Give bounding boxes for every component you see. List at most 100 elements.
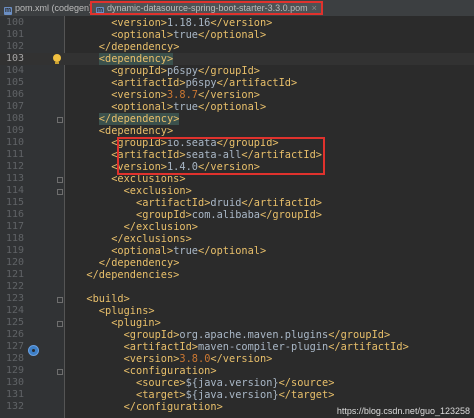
code-text: </dependency> xyxy=(98,113,180,125)
xml-tag: </optional> xyxy=(198,245,267,257)
fold-marker-icon[interactable] xyxy=(57,177,63,183)
xml-tag: <configuration> xyxy=(123,365,217,377)
maven-file-icon: m xyxy=(4,7,12,15)
xml-value: p6spy xyxy=(166,65,198,77)
tab-dynamic-datasource-pom[interactable]: m dynamic-datasource-spring-boot-starter-… xyxy=(90,1,323,15)
xml-value: true xyxy=(173,101,198,113)
code-text: <version>3.8.7</version> xyxy=(111,89,260,101)
code-line[interactable]: 117 </exclusion> xyxy=(0,221,474,233)
code-text: <plugins> xyxy=(99,305,155,317)
code-line[interactable]: 124 <plugins> xyxy=(0,305,474,317)
line-number: 118 xyxy=(5,233,24,244)
xml-value: p6spy xyxy=(185,77,217,89)
code-text: <artifactId>p6spy</artifactId> xyxy=(111,77,297,89)
xml-tag: <artifactId> xyxy=(123,341,198,353)
code-text: <groupId>com.alibaba</groupId> xyxy=(136,209,322,221)
xml-tag: </version> xyxy=(210,353,273,365)
line-number: 123 xyxy=(5,293,24,304)
line-number: 111 xyxy=(5,149,24,160)
line-number: 132 xyxy=(5,401,24,412)
code-text: <version>1.18.16</version> xyxy=(111,17,272,29)
code-text: </dependency> xyxy=(99,257,180,269)
code-line[interactable]: 123 <build> xyxy=(0,293,474,305)
code-line[interactable]: 120 </dependency> xyxy=(0,257,474,269)
xml-tag: </source> xyxy=(278,377,335,389)
code-line[interactable]: 109 <dependency> xyxy=(0,125,474,137)
line-number: 127 xyxy=(5,341,24,352)
code-line[interactable]: 116 <groupId>com.alibaba</groupId> xyxy=(0,209,474,221)
fold-marker-icon[interactable] xyxy=(57,297,63,303)
code-line[interactable]: 108 </dependency> xyxy=(0,113,474,125)
seata-dependency-highlight-box xyxy=(117,137,325,175)
code-line[interactable]: 130 <source>${java.version}</source> xyxy=(0,377,474,389)
xml-tag: </exclusion> xyxy=(123,221,198,233)
code-line[interactable]: 119 <optional>true</optional> xyxy=(0,245,474,257)
code-line[interactable]: 103 <dependency> xyxy=(0,53,474,65)
code-text: <artifactId>druid</artifactId> xyxy=(136,197,322,209)
fold-marker-icon[interactable] xyxy=(57,117,63,123)
xml-tag: <version> xyxy=(111,17,167,29)
code-line[interactable]: 122 xyxy=(0,281,474,293)
code-line[interactable]: 126 <groupId>org.apache.maven.plugins</gr… xyxy=(0,329,474,341)
code-line[interactable]: 106 <version>3.8.7</version> xyxy=(0,89,474,101)
code-line[interactable]: 128 <version>3.8.0</version> xyxy=(0,353,474,365)
line-number: 116 xyxy=(5,209,24,220)
xml-value: true xyxy=(173,29,198,41)
code-line[interactable]: 100 <version>1.18.16</version> xyxy=(0,17,474,29)
lightbulb-icon[interactable] xyxy=(53,54,61,64)
xml-tag: </artifactId> xyxy=(328,341,409,353)
line-number: 130 xyxy=(5,377,24,388)
line-number: 104 xyxy=(5,65,24,76)
code-line[interactable]: 105 <artifactId>p6spy</artifactId> xyxy=(0,77,474,89)
line-number: 109 xyxy=(5,125,24,136)
code-line[interactable]: 104 <groupId>p6spy</groupId> xyxy=(0,65,474,77)
close-tab-icon[interactable]: × xyxy=(312,3,317,13)
code-line[interactable]: 107 <optional>true</optional> xyxy=(0,101,474,113)
code-line[interactable]: 101 <optional>true</optional> xyxy=(0,29,474,41)
xml-tag: </version> xyxy=(197,89,260,101)
xml-tag: <optional> xyxy=(111,245,174,257)
code-text: </configuration> xyxy=(124,401,223,413)
line-number: 115 xyxy=(5,197,24,208)
line-number: 122 xyxy=(5,281,24,292)
code-line[interactable]: 118 </exclusions> xyxy=(0,233,474,245)
line-number: 121 xyxy=(5,269,24,280)
editor-tab-bar: m pom.xml (codegen) m dynamic-datasource-s… xyxy=(0,0,474,17)
code-line[interactable]: 127 <artifactId>maven-compiler-plugin</ar… xyxy=(0,341,474,353)
tab-label: pom.xml (codegen) xyxy=(15,3,93,13)
code-text: <optional>true</optional> xyxy=(111,101,266,113)
xml-tag: <dependency> xyxy=(98,125,174,137)
code-line[interactable]: 131 <target>${java.version}</target> xyxy=(0,389,474,401)
line-number: 101 xyxy=(5,29,24,40)
line-number: 128 xyxy=(5,353,24,364)
xml-value: maven-compiler-plugin xyxy=(198,341,329,353)
code-line[interactable]: 129 <configuration> xyxy=(0,365,474,377)
code-line[interactable]: 102 </dependency> xyxy=(0,41,474,53)
fold-marker-icon[interactable] xyxy=(57,369,63,375)
fold-marker-icon[interactable] xyxy=(57,189,63,195)
line-number: 120 xyxy=(5,257,24,268)
implemented-override-icon[interactable] xyxy=(28,345,39,356)
xml-tag: </dependency> xyxy=(98,257,180,269)
xml-tag: <groupId> xyxy=(123,329,180,341)
line-number: 124 xyxy=(5,305,24,316)
line-number: 117 xyxy=(5,221,24,232)
code-text: <configuration> xyxy=(124,365,217,377)
fold-marker-icon[interactable] xyxy=(57,321,63,327)
code-line[interactable]: 114 <exclusion> xyxy=(0,185,474,197)
xml-tag: <version> xyxy=(123,353,180,365)
code-line[interactable]: 125 <plugin> xyxy=(0,317,474,329)
xml-value: 3.8.0 xyxy=(179,353,211,365)
line-number: 125 xyxy=(5,317,24,328)
line-number: 131 xyxy=(5,389,24,400)
code-line[interactable]: 121 </dependencies> xyxy=(0,269,474,281)
code-text: <optional>true</optional> xyxy=(111,29,266,41)
line-number: 112 xyxy=(5,161,24,172)
xml-tag: <target> xyxy=(136,389,186,401)
tab-pom-codegen[interactable]: m pom.xml (codegen) xyxy=(2,1,92,15)
xml-tag: <plugins> xyxy=(98,305,155,317)
xml-tag: </configuration> xyxy=(123,401,223,413)
xml-tag: <groupId> xyxy=(111,65,167,77)
xml-value: ${java.version} xyxy=(185,377,279,389)
code-line[interactable]: 115 <artifactId>druid</artifactId> xyxy=(0,197,474,209)
